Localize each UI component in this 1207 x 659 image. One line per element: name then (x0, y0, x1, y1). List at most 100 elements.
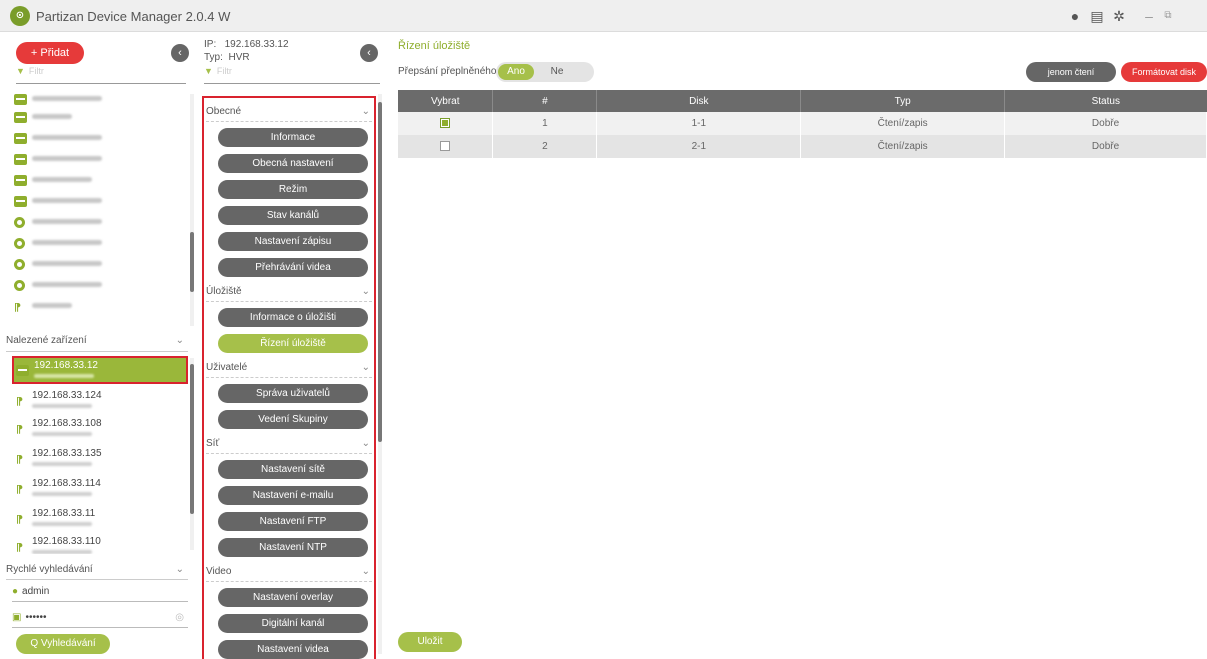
select-cell (398, 135, 494, 158)
found-device-row[interactable]: ⁋ 192.168.33.110 (12, 534, 188, 554)
menu-item-video-settings[interactable]: Nastavení videa (218, 640, 368, 659)
blurred-text (32, 522, 92, 526)
chevron-down-icon: ⌄ (361, 106, 370, 117)
list-item[interactable] (10, 234, 185, 254)
overwrite-toggle[interactable]: Ano Ne (496, 62, 594, 82)
list-item[interactable] (10, 213, 185, 233)
menu-item-email-settings[interactable]: Nastavení e-mailu (218, 486, 368, 505)
number-cell: 2 (492, 135, 598, 158)
list-item[interactable]: ⁋ (10, 297, 185, 317)
column-header-type: Typ (800, 90, 1006, 112)
multi-device-icon: ⁋ (16, 424, 23, 436)
found-devices-header[interactable]: Nalezené zařízení ⌄ (6, 330, 188, 352)
username-field[interactable]: ● admin (12, 582, 188, 602)
search-button[interactable]: Q Vyhledávání (16, 634, 110, 654)
found-device-row[interactable]: ⁋ 192.168.33.108 (12, 416, 188, 444)
gear-icon[interactable]: ✲ (1111, 8, 1127, 24)
collapse-menu-icon[interactable]: ‹ (360, 44, 378, 62)
dvr-icon (14, 94, 27, 105)
menu-item-network-settings[interactable]: Nastavení sítě (218, 460, 368, 479)
menu-item-record-settings[interactable]: Nastavení zápisu (218, 232, 368, 251)
column-header-status: Status (1004, 90, 1207, 112)
chevron-down-icon: ⌄ (175, 335, 184, 346)
plus-circle-icon[interactable]: ● (1067, 8, 1083, 24)
restore-icon[interactable]: ⧉ (1160, 8, 1176, 24)
menu-item-digital-channel[interactable]: Digitální kanál (218, 614, 368, 633)
menu-scroll-thumb[interactable] (378, 102, 382, 442)
password-field[interactable]: ▣ •••••• ◎ (12, 608, 188, 628)
quick-search-header[interactable]: Rychlé vyhledávání ⌄ (6, 560, 188, 580)
list-item[interactable] (10, 192, 185, 212)
dvr-icon (14, 112, 27, 123)
list-item[interactable] (10, 255, 185, 275)
menu-item-info[interactable]: Informace (218, 128, 368, 147)
device-sidebar: + Přidat ‹ ▼ Filtr ⁋ Nalezené zařízení ⌄ … (0, 32, 196, 659)
chevron-down-icon: ⌄ (175, 564, 184, 575)
found-list-scroll-thumb[interactable] (190, 364, 194, 514)
found-device-row[interactable]: ⁋ 192.168.33.124 (12, 388, 188, 416)
chevron-down-icon: ⌄ (361, 566, 370, 577)
menu-item-general-settings[interactable]: Obecná nastavení (218, 154, 368, 173)
list-item[interactable] (10, 171, 185, 191)
menu-category-video[interactable]: Video ⌄ (206, 562, 372, 582)
blurred-text (32, 432, 92, 436)
list-item[interactable] (10, 129, 185, 149)
type-cell: Čtení/zapis (800, 112, 1006, 135)
menu-item-group-management[interactable]: Vedení Skupiny (218, 410, 368, 429)
menu-category-general[interactable]: Obecné ⌄ (206, 102, 372, 122)
menu-category-users[interactable]: Uživatelé ⌄ (206, 358, 372, 378)
list-item[interactable] (10, 276, 185, 296)
multi-device-icon: ⁋ (14, 302, 21, 314)
main-content: Řízení úložiště Přepsání přeplněného dis… (386, 32, 1207, 659)
list-item[interactable] (10, 108, 185, 128)
menu-item-ftp-settings[interactable]: Nastavení FTP (218, 512, 368, 531)
blurred-text (32, 177, 92, 182)
found-device-row[interactable]: ⁋ 192.168.33.11 (12, 506, 188, 534)
found-device-row-selected[interactable]: 192.168.33.12 (12, 356, 188, 384)
save-button[interactable]: Uložit (398, 632, 462, 652)
chevron-down-icon: ⌄ (361, 286, 370, 297)
table-row[interactable]: 1 1-1 Čtení/zapis Dobře (398, 112, 1207, 135)
dvr-icon (14, 175, 27, 186)
menu-item-playback[interactable]: Přehrávání videa (218, 258, 368, 277)
list-item[interactable] (10, 150, 185, 170)
found-device-row[interactable]: ⁋ 192.168.33.114 (12, 476, 188, 504)
dvr-icon (14, 154, 27, 165)
blurred-text (32, 135, 102, 140)
menu-item-ntp-settings[interactable]: Nastavení NTP (218, 538, 368, 557)
format-disk-button[interactable]: Formátovat disk (1121, 62, 1207, 82)
add-device-button[interactable]: + Přidat (16, 42, 84, 64)
device-list-scroll-thumb[interactable] (190, 232, 194, 292)
menu-item-storage-management[interactable]: Řízení úložiště (218, 334, 368, 353)
toggle-yes-option[interactable]: Ano (498, 64, 534, 80)
menu-item-user-management[interactable]: Správa uživatelů (218, 384, 368, 403)
menu-filter-input[interactable]: ▼ Filtr (204, 66, 380, 84)
minimize-icon[interactable]: – (1141, 8, 1157, 24)
row-checkbox[interactable] (440, 118, 451, 129)
list-item[interactable] (10, 90, 185, 110)
page-title: Řízení úložiště (398, 40, 471, 52)
menu-category-network[interactable]: Síť ⌄ (206, 434, 372, 454)
blurred-text (32, 404, 92, 408)
table-row[interactable]: 2 2-1 Čtení/zapis Dobře (398, 135, 1207, 158)
chevron-down-icon: ⌄ (361, 438, 370, 449)
disk-cell: 2-1 (596, 135, 802, 158)
camera-icon (14, 217, 25, 228)
menu-item-storage-info[interactable]: Informace o úložišti (218, 308, 368, 327)
menu-item-channel-status[interactable]: Stav kanálů (218, 206, 368, 225)
eye-icon[interactable]: ◎ (175, 608, 184, 628)
menu-category-storage[interactable]: Úložiště ⌄ (206, 282, 372, 302)
blurred-text (32, 303, 72, 308)
toggle-no-option[interactable]: Ne (542, 64, 572, 80)
row-checkbox[interactable] (440, 141, 451, 152)
list-icon[interactable]: ▤ (1089, 8, 1105, 24)
app-title: Partizan Device Manager 2.0.4 W (36, 9, 231, 24)
found-device-row[interactable]: ⁋ 192.168.33.135 (12, 446, 188, 474)
menu-item-mode[interactable]: Režim (218, 180, 368, 199)
dvr-icon (14, 133, 27, 144)
menu-item-overlay-settings[interactable]: Nastavení overlay (218, 588, 368, 607)
readonly-button[interactable]: jenom čtení (1026, 62, 1116, 82)
blurred-text (32, 219, 102, 224)
device-filter-input[interactable]: ▼ Filtr (16, 66, 186, 84)
collapse-sidebar-icon[interactable]: ‹ (171, 44, 189, 62)
